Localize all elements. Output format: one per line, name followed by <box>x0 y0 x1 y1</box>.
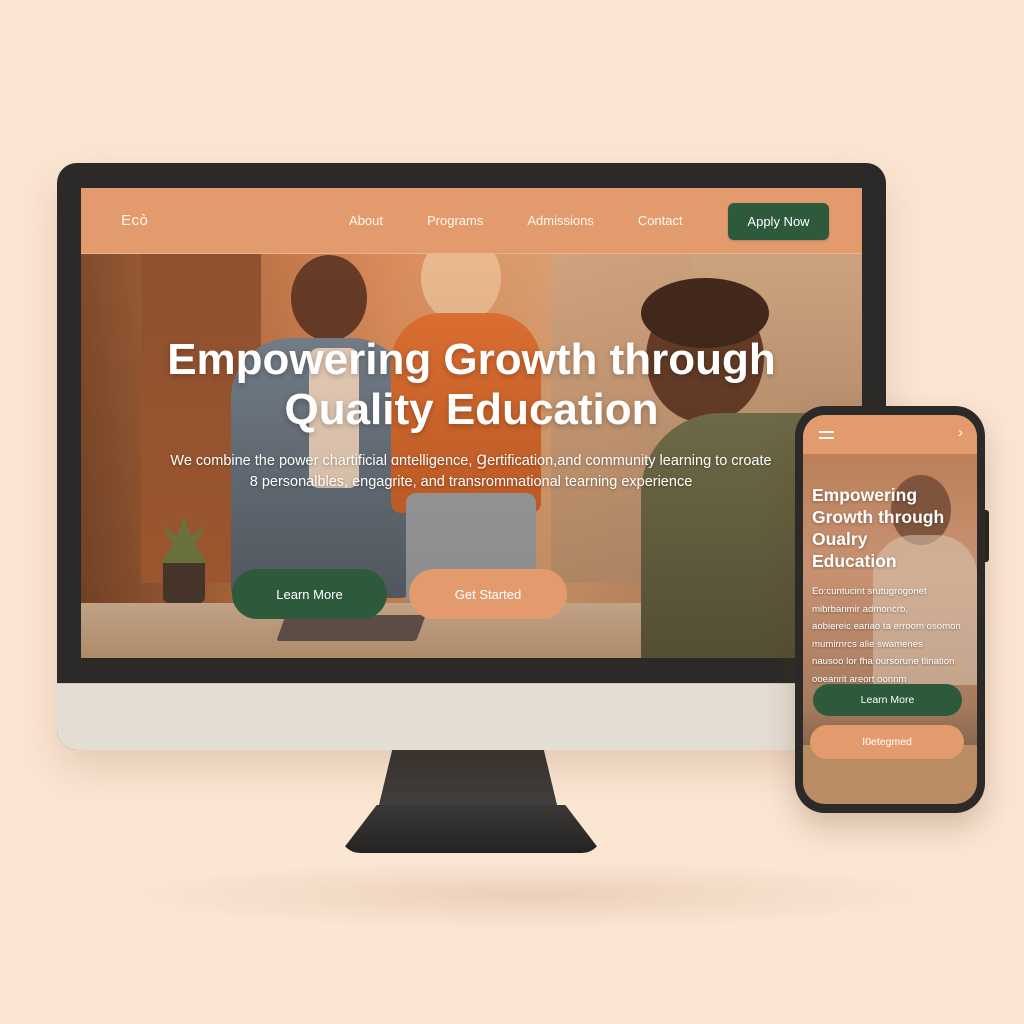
mobile-hero-body: Eo:cuntucint srutugrogonet mibrbanmir ad… <box>812 583 970 688</box>
mobile-body-line: mibrbanmir admoncrb, <box>812 603 908 615</box>
mobile-title-line: Oualry <box>812 529 868 549</box>
monitor-stand-neck <box>378 749 558 809</box>
mobile-body-line: nausoo lor fha oursorune tlination <box>812 656 955 667</box>
mobile-screen: › Empowering Growth through Oualry Educa… <box>803 415 977 804</box>
hero-subtitle-line: 8 personalbles, engagrite, and transromm… <box>249 474 693 490</box>
mobile-nav: › <box>803 415 977 454</box>
nav-links: About Programs Admissions Contact <box>349 188 727 253</box>
floor-shadow <box>120 860 940 930</box>
hamburger-menu-icon[interactable] <box>819 431 834 439</box>
nav-link-about[interactable]: About <box>349 213 383 228</box>
mobile-get-started-button[interactable]: Ⅰ0etegmed <box>810 725 964 759</box>
nav-link-programs[interactable]: Programs <box>427 213 483 228</box>
phone-side-button <box>985 510 989 562</box>
monitor-chin <box>57 683 886 750</box>
mobile-phone: › Empowering Growth through Oualry Educa… <box>795 406 985 813</box>
hero-title-line: Empowering Growth through <box>167 335 776 384</box>
hero-section: Empowering Growth through Quality Educat… <box>81 253 862 658</box>
mobile-title-line: Growth through <box>812 507 945 527</box>
nav-link-admissions[interactable]: Admissions <box>527 213 593 228</box>
get-started-button[interactable]: Get Started <box>409 569 567 619</box>
mobile-hero-title: Empowering Growth through Oualry Educati… <box>812 484 977 572</box>
monitor-stand-base <box>340 805 602 853</box>
hero-subtitle-line: We combine the power chartificial ɑntell… <box>170 453 772 469</box>
mobile-body-line: Eo:cuntucint srutugrogonet <box>812 586 927 597</box>
mobile-title-line: Education <box>812 551 897 571</box>
hero-title: Empowering Growth through Quality Educat… <box>81 335 862 435</box>
desktop-screen: Empowering Growth through Quality Educat… <box>81 188 862 658</box>
top-nav: Ecò About Programs Admissions Contact Ap… <box>81 188 862 254</box>
mobile-title-line: Empowering <box>812 485 918 505</box>
apply-now-button[interactable]: Apply Now <box>728 203 829 240</box>
hero-title-line: Quality Education <box>284 385 659 434</box>
hero-subtitle: We combine the power chartificial ɑntell… <box>121 451 821 493</box>
desktop-monitor: Empowering Growth through Quality Educat… <box>57 163 886 750</box>
chevron-right-icon[interactable]: › <box>958 424 963 441</box>
site-logo[interactable]: Ecò <box>121 212 148 229</box>
mobile-body-line: aobiereic eariao ta erroom osomon <box>812 621 961 632</box>
nav-link-contact[interactable]: Contact <box>638 213 683 228</box>
mobile-body-line: mumirnrcs alie swamenes <box>812 638 923 650</box>
mobile-learn-more-button[interactable]: Learn More <box>813 684 962 716</box>
learn-more-button[interactable]: Learn More <box>232 569 387 619</box>
